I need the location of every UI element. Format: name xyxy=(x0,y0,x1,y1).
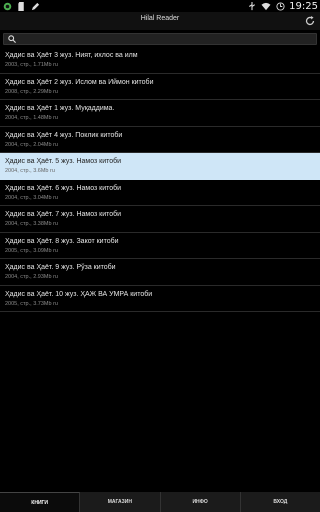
status-bar: 19:25 xyxy=(0,0,320,12)
book-meta: 2008, стр., 2.29Mb ru xyxy=(5,88,58,95)
book-meta: 2004, стр., 3.04Mb ru xyxy=(5,194,58,201)
bottom-tab-bar: КНИГИ МАГАЗИН ИНФО ВХОД xyxy=(0,492,320,512)
book-meta: 2005, стр., 3.73Mb ru xyxy=(5,300,58,307)
refresh-icon[interactable] xyxy=(304,14,316,26)
book-list-item[interactable]: Ҳадис ва Ҳаёт 1 жуз. Муқаддима. 2004, стр… xyxy=(0,100,320,127)
sd-card-icon xyxy=(16,1,26,11)
app-title: Hilal Reader xyxy=(140,15,180,22)
edit-icon xyxy=(30,1,40,11)
book-list: Ҳадис ва Ҳаёт 3 жуз. Ният, ихлос ва илм 2… xyxy=(0,47,320,312)
book-list-item[interactable]: Ҳадис ва Ҳаёт. 10 жуз. ҲАЖ ВА УМРА китоб… xyxy=(0,286,320,312)
book-list-item[interactable]: Ҳадис ва Ҳаёт. 7 жуз. Намоз китоби 2004, … xyxy=(0,206,320,233)
book-title: Ҳадис ва Ҳаёт. 5 жуз. Намоз китоби xyxy=(5,158,122,165)
book-meta: 2004, стр., 2.93Mb ru xyxy=(5,274,58,280)
search-input[interactable] xyxy=(20,35,310,44)
notification-icons xyxy=(2,1,40,11)
book-list-item[interactable]: Ҳадис ва Ҳаёт 3 жуз. Ният, ихлос ва илм 2… xyxy=(0,47,320,74)
book-title: Ҳадис ва Ҳаёт 3 жуз. Ният, ихлос ва илм xyxy=(5,52,138,59)
app-bar: Hilal Reader xyxy=(0,12,320,30)
book-title: Ҳадис ва Ҳаёт. 10 жуз. ҲАЖ ВА УМРА китоб… xyxy=(5,290,153,298)
book-title: Ҳадис ва Ҳаёт 4 жуз. Поклик китоби xyxy=(5,131,123,139)
book-meta: 2004, стр., 3.6Mb ru xyxy=(5,168,55,174)
status-time: 19:25 xyxy=(289,0,318,12)
book-title: Ҳадис ва Ҳаёт 1 жуз. Муқаддима. xyxy=(5,105,115,112)
book-meta: 2003, стр., 1.71Mb ru xyxy=(5,62,58,68)
book-title: Ҳадис ва Ҳаёт. 9 жуз. Рўза китоби xyxy=(5,264,116,271)
book-list-item[interactable]: Ҳадис ва Ҳаёт. 8 жуз. Закот китоби 2005, … xyxy=(0,233,320,259)
tab-0[interactable]: КНИГИ xyxy=(0,492,81,512)
book-meta: 2004, стр., 3.38Mb ru xyxy=(5,221,58,227)
clock-icon xyxy=(275,1,285,11)
book-list-item[interactable]: Ҳадис ва Ҳаёт. 5 жуз. Намоз китоби 2004, … xyxy=(0,153,320,180)
book-meta: 2004, стр., 2.04Mb ru xyxy=(5,141,58,148)
book-title: Ҳадис ва Ҳаёт. 8 жуз. Закот китоби xyxy=(5,237,119,245)
usb-icon xyxy=(247,1,257,11)
search-bar[interactable] xyxy=(3,33,317,45)
book-title: Ҳадис ва Ҳаёт. 7 жуз. Намоз китоби xyxy=(5,211,122,218)
book-title: Ҳадис ва Ҳаёт 2 жуз. Ислом ва Иймон кито… xyxy=(5,78,154,86)
book-list-item[interactable]: Ҳадис ва Ҳаёт. 9 жуз. Рўза китоби 2004, с… xyxy=(0,259,320,286)
book-list-item[interactable]: Ҳадис ва Ҳаёт 2 жуз. Ислом ва Иймон кито… xyxy=(0,74,320,100)
tab-1[interactable]: МАГАЗИН xyxy=(80,492,161,512)
tab-3[interactable]: ВХОД xyxy=(240,492,320,512)
book-meta: 2005, стр., 3.09Mb ru xyxy=(5,247,58,254)
tab-2[interactable]: ИНФО xyxy=(160,492,241,512)
system-icons: 19:25 xyxy=(247,0,318,12)
book-title: Ҳадис ва Ҳаёт. 6 жуз. Намоз китоби xyxy=(5,184,122,192)
book-meta: 2004, стр., 1.48Mb ru xyxy=(5,115,58,121)
wifi-icon xyxy=(261,1,271,11)
book-list-item[interactable]: Ҳадис ва Ҳаёт 4 жуз. Поклик китоби 2004, … xyxy=(0,127,320,153)
whatsapp-icon xyxy=(2,1,12,11)
book-list-item[interactable]: Ҳадис ва Ҳаёт. 6 жуз. Намоз китоби 2004, … xyxy=(0,180,320,206)
